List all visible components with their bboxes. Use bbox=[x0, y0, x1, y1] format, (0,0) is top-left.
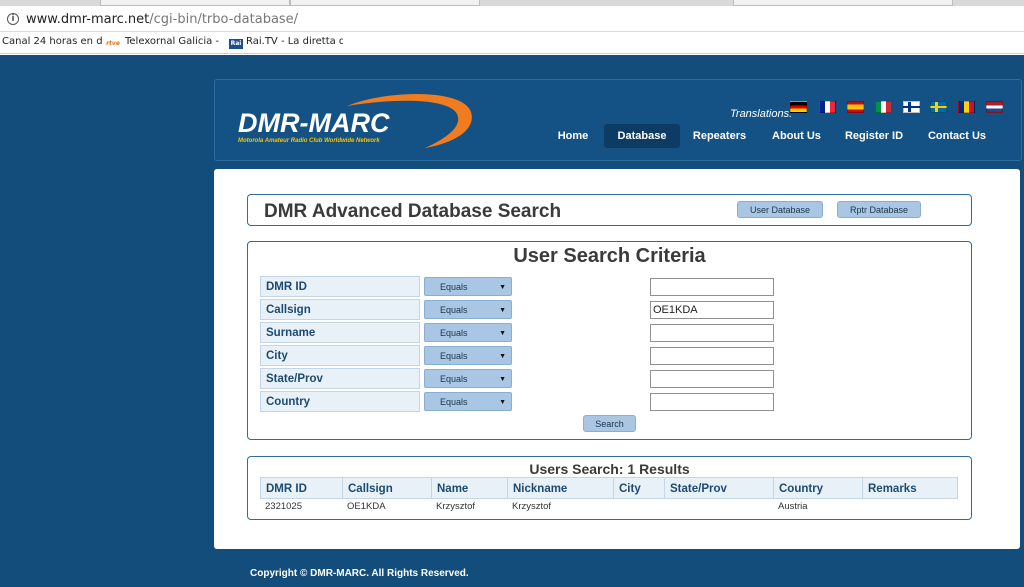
operator-value: Equals bbox=[440, 305, 468, 315]
column-header-city[interactable]: City bbox=[613, 477, 666, 499]
dmr-id-label: DMR ID bbox=[260, 276, 420, 297]
search-button[interactable]: Search bbox=[583, 415, 636, 432]
bookmark-canal-24-horas[interactable]: Canal 24 horas en dire bbox=[2, 36, 103, 47]
rtve-icon: rtve bbox=[106, 40, 120, 47]
search-criteria-panel: User Search Criteria DMR ID Equals ▼ Call… bbox=[247, 241, 972, 440]
copyright-text: Copyright © DMR-MARC. All Rights Reserve… bbox=[250, 568, 469, 579]
criteria-title: User Search Criteria bbox=[513, 245, 706, 267]
german-flag[interactable] bbox=[790, 101, 807, 113]
dutch-flag[interactable] bbox=[986, 101, 1003, 113]
dropdown-arrow-icon: ▼ bbox=[499, 284, 506, 291]
operator-value: Equals bbox=[440, 351, 468, 361]
operator-value: Equals bbox=[440, 397, 468, 407]
translations-label: Translations: bbox=[730, 108, 793, 120]
callsign-operator-select[interactable]: Equals ▼ bbox=[424, 300, 512, 319]
address-bar[interactable]: i www.dmr-marc.net/cgi-bin/trbo-database… bbox=[0, 6, 1024, 32]
cell-callsign: OE1KDA bbox=[347, 501, 386, 512]
state-prov-input[interactable] bbox=[650, 370, 774, 388]
bookmark-telexornal[interactable]: rtve Telexornal Galicia - 18 bbox=[104, 36, 220, 49]
callsign-input[interactable] bbox=[650, 301, 774, 319]
country-label: Country bbox=[260, 391, 420, 412]
content-area: DMR Advanced Database Search User Databa… bbox=[214, 169, 1020, 549]
page-title: DMR Advanced Database Search bbox=[264, 201, 562, 222]
state-prov-label: State/Prov bbox=[260, 368, 420, 389]
cell-nickname: Krzysztof bbox=[512, 501, 552, 512]
column-header-remarks[interactable]: Remarks bbox=[862, 477, 958, 499]
column-header-name[interactable]: Name bbox=[431, 477, 509, 499]
cell-dmr-id: 2321025 bbox=[265, 501, 302, 512]
column-header-nickname[interactable]: Nickname bbox=[507, 477, 615, 499]
surname-label: Surname bbox=[260, 322, 420, 343]
url-path: /cgi-bin/trbo-database/ bbox=[149, 12, 299, 27]
italian-flag[interactable] bbox=[875, 101, 892, 113]
french-flag[interactable] bbox=[819, 101, 836, 113]
rptr-database-button[interactable]: Rptr Database bbox=[837, 201, 921, 218]
operator-value: Equals bbox=[440, 282, 468, 292]
rai-icon: Rai bbox=[229, 39, 243, 49]
column-header-dmr-id[interactable]: DMR ID bbox=[260, 477, 344, 499]
site-header: DMR-MARC Motorola Amateur Radio Club Wor… bbox=[214, 79, 1022, 161]
nav-repeaters[interactable]: Repeaters bbox=[688, 124, 751, 148]
swedish-flag[interactable] bbox=[930, 101, 947, 113]
city-input[interactable] bbox=[650, 347, 774, 365]
city-label: City bbox=[260, 345, 420, 366]
nav-home[interactable]: Home bbox=[549, 124, 597, 148]
surname-operator-select[interactable]: Equals ▼ bbox=[424, 323, 512, 342]
operator-value: Equals bbox=[440, 374, 468, 384]
dropdown-arrow-icon: ▼ bbox=[499, 353, 506, 360]
bookmark-label: Telexornal Galicia - 18 bbox=[125, 36, 220, 47]
dropdown-arrow-icon: ▼ bbox=[499, 399, 506, 406]
url-text[interactable]: www.dmr-marc.net/cgi-bin/trbo-database/ bbox=[26, 12, 298, 27]
bookmark-rai-tv[interactable]: RaiRai.TV - La diretta di F bbox=[229, 36, 343, 49]
search-title-panel: DMR Advanced Database Search User Databa… bbox=[247, 194, 972, 226]
bookmarks-bar: Canal 24 horas en dire rtve Telexornal Ga… bbox=[0, 32, 1024, 54]
city-operator-select[interactable]: Equals ▼ bbox=[424, 346, 512, 365]
column-header-state-prov[interactable]: State/Prov bbox=[664, 477, 775, 499]
url-host: www.dmr-marc.net bbox=[26, 12, 150, 27]
results-title: Users Search: 1 Results bbox=[529, 461, 690, 477]
country-input[interactable] bbox=[650, 393, 774, 411]
callsign-label: Callsign bbox=[260, 299, 420, 320]
bookmark-label: Rai.TV - La diretta di F bbox=[246, 36, 343, 47]
cell-country: Austria bbox=[778, 501, 808, 512]
surname-input[interactable] bbox=[650, 324, 774, 342]
state-prov-operator-select[interactable]: Equals ▼ bbox=[424, 369, 512, 388]
bookmark-label: Canal 24 horas en dire bbox=[2, 36, 103, 47]
nav-database[interactable]: Database bbox=[604, 124, 680, 148]
cell-name: Krzysztof bbox=[436, 501, 476, 512]
operator-value: Equals bbox=[440, 328, 468, 338]
column-header-callsign[interactable]: Callsign bbox=[342, 477, 433, 499]
info-icon[interactable]: i bbox=[7, 13, 19, 25]
nav-about-us[interactable]: About Us bbox=[767, 124, 826, 148]
dropdown-arrow-icon: ▼ bbox=[499, 376, 506, 383]
page-background: DMR-MARC Motorola Amateur Radio Club Wor… bbox=[0, 55, 1024, 587]
user-database-button[interactable]: User Database bbox=[737, 201, 823, 218]
main-nav: Home Database Repeaters About Us Registe… bbox=[215, 124, 1021, 148]
results-panel: Users Search: 1 Results DMR ID Callsign … bbox=[247, 456, 972, 520]
dropdown-arrow-icon: ▼ bbox=[499, 330, 506, 337]
dmr-id-operator-select[interactable]: Equals ▼ bbox=[424, 277, 512, 296]
column-header-country[interactable]: Country bbox=[773, 477, 864, 499]
dropdown-arrow-icon: ▼ bbox=[499, 307, 506, 314]
romanian-flag[interactable] bbox=[958, 101, 975, 113]
dmr-id-input[interactable] bbox=[650, 278, 774, 296]
finnish-flag[interactable] bbox=[903, 101, 920, 113]
nav-register-id[interactable]: Register ID bbox=[841, 124, 907, 148]
spanish-flag[interactable] bbox=[847, 101, 864, 113]
country-operator-select[interactable]: Equals ▼ bbox=[424, 392, 512, 411]
nav-contact-us[interactable]: Contact Us bbox=[922, 124, 992, 148]
